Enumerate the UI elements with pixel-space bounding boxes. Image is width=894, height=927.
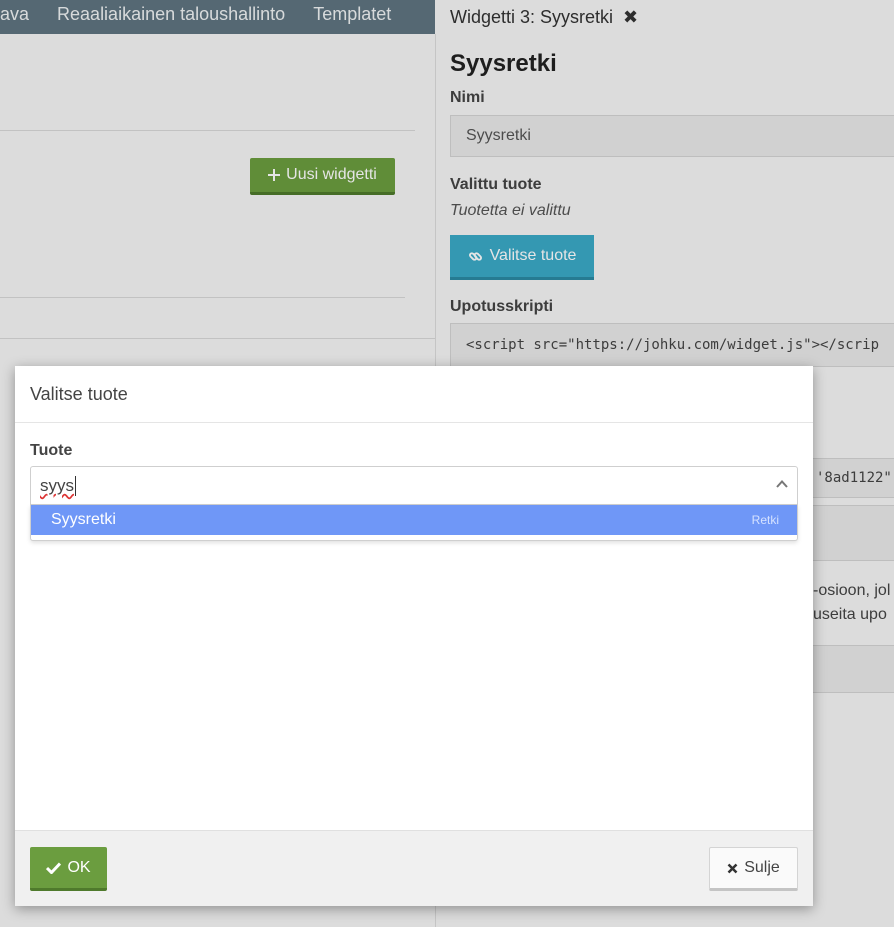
search-text: syys: [40, 475, 74, 495]
chevron-up-icon[interactable]: [775, 477, 789, 491]
text-cursor: [75, 475, 76, 496]
product-search-input[interactable]: syys: [30, 466, 798, 505]
select-product-modal: Valitse tuote Tuote syys Syysretki Retki…: [15, 366, 813, 906]
modal-body: Tuote syys Syysretki Retki: [15, 423, 813, 830]
product-dropdown: Syysretki Retki: [30, 505, 798, 541]
dropdown-option-syysretki[interactable]: Syysretki Retki: [31, 505, 797, 535]
ok-label: OK: [67, 858, 91, 876]
ok-button[interactable]: OK: [30, 847, 107, 891]
modal-title: Valitse tuote: [30, 383, 128, 404]
modal-footer: OK Sulje: [15, 830, 813, 906]
option-category-tag: Retki: [751, 513, 779, 527]
product-field-label: Tuote: [30, 442, 73, 459]
modal-header: Valitse tuote: [15, 366, 813, 423]
close-icon: [727, 863, 738, 874]
option-label: Syysretki: [51, 511, 116, 528]
close-label: Sulje: [744, 859, 780, 876]
close-button[interactable]: Sulje: [709, 847, 798, 891]
check-icon: [46, 861, 62, 874]
